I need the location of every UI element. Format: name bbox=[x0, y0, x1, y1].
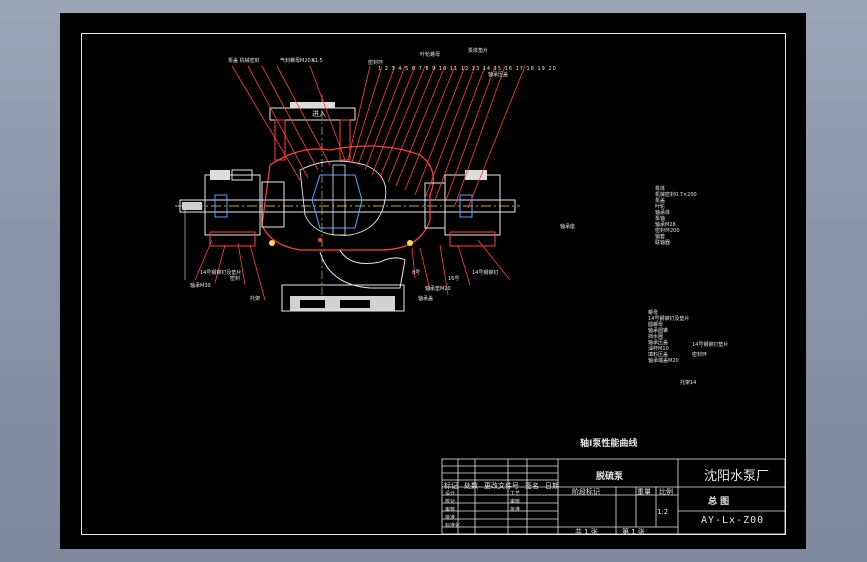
bottom-callout-8: 14号钢铆钉 bbox=[472, 270, 499, 276]
bottom-callout-5: 8号 bbox=[412, 270, 421, 276]
drawing-number: AY-Lx-Z00 bbox=[701, 515, 765, 526]
side-tag-1: 14号钢铆钉垫片 bbox=[692, 342, 729, 348]
right-notes-upper: 泵体 机械密封0.7×200 泵盖 叶轮 轴承体 泵轴 轴承M28 密封环200… bbox=[655, 186, 697, 246]
scale-label: 比例 bbox=[659, 488, 673, 496]
bottom-callout-9: 轴承盖 bbox=[418, 296, 434, 302]
bottom-callout-6: 轴承垫M20 bbox=[425, 286, 451, 292]
side-tag-3: 托架14 bbox=[680, 380, 697, 386]
title-block-header: 标记 处数 更改文件号 签名 日期 bbox=[444, 482, 559, 490]
side-label: 轴承座 bbox=[560, 224, 576, 230]
performance-curve-caption: 轴I泵性能曲线 bbox=[580, 439, 638, 449]
drawing-title: 总 图 bbox=[708, 497, 730, 507]
title-block-row-labels: 设计 校对 审核 批准 标准化 bbox=[445, 491, 461, 529]
stage-label: 阶段标记 bbox=[572, 488, 600, 496]
side-tag-2: 密封环 bbox=[692, 352, 708, 358]
company-name: 沈阳水泵厂 bbox=[704, 469, 770, 484]
scale-value: 1:2 bbox=[657, 508, 669, 516]
bottom-callout-4: 托架 bbox=[250, 296, 261, 302]
note-item: 联轴器 bbox=[655, 240, 671, 246]
inlet-label: 进入 bbox=[312, 110, 326, 118]
shaft-key bbox=[182, 202, 202, 210]
top-callout-index-row: 1 2 3 4 5 6 7 8 9 10 11 12 13 14 15 16 1… bbox=[378, 66, 557, 72]
bottom-callout-7: 16号 bbox=[448, 276, 460, 282]
sheet-index: 第 1 张 bbox=[622, 528, 645, 536]
top-leader-lines bbox=[231, 65, 526, 209]
top-callout-nut: 气封螺母M20×1.5 bbox=[280, 58, 323, 64]
bottom-callout-3: 密封 bbox=[230, 276, 241, 282]
weight-label: 重量 bbox=[637, 488, 651, 496]
top-callout-gasket: 泵体垫片 bbox=[468, 48, 489, 54]
note-item: 轴承端盖M20 bbox=[648, 358, 679, 364]
title-block-mid-labels: 工艺 审核 批准 bbox=[510, 491, 521, 513]
top-callout-number: 5 bbox=[312, 58, 316, 64]
top-callout-impeller-nut: 叶轮螺母 bbox=[420, 52, 441, 58]
right-notes-lower: 螺母 14号钢铆钉及垫片 圆螺母 轴承圆锥 挡水圈 轴承压盖 油杯M10 填料压… bbox=[648, 310, 689, 364]
suction-passage bbox=[319, 249, 406, 289]
top-callout-bearing-cover: 轴承压盖 bbox=[488, 72, 509, 78]
product-name: 脱硫泵 bbox=[596, 472, 624, 482]
sheet-total: 共 1 张 bbox=[575, 528, 598, 536]
top-callout-cover-seal: 泵盖 机械密封 bbox=[228, 58, 260, 64]
impeller bbox=[311, 174, 363, 229]
bottom-leader-lines bbox=[194, 239, 511, 301]
left-bearing-housing bbox=[204, 174, 261, 236]
bottom-callout-2: 轴承M30 bbox=[190, 283, 211, 289]
